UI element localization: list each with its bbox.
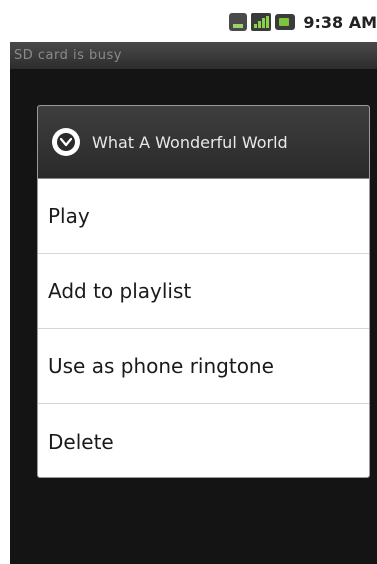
menu-item-play[interactable]: Play [38,179,369,254]
menu-item-label: Add to playlist [48,279,192,303]
status-icons: 9:38 AM [229,11,377,33]
signal-strength-icon [251,13,272,31]
menu-item-label: Delete [48,429,114,454]
chevron-down-circle-icon [52,128,80,156]
menu-item-label: Use as phone ringtone [48,354,274,378]
notice-text: SD card is busy [14,48,122,63]
dialog-title: What A Wonderful World [92,132,288,152]
menu-item-use-as-ringtone[interactable]: Use as phone ringtone [38,329,369,404]
status-bar: 9:38 AM [10,0,377,42]
context-menu-dialog: What A Wonderful World Play Add to playl… [37,105,370,478]
menu-item-add-to-playlist[interactable]: Add to playlist [38,254,369,329]
3g-data-icon [229,13,248,31]
status-clock: 9:38 AM [303,12,377,32]
battery-icon [275,14,296,30]
sd-card-notice: SD card is busy [10,42,377,69]
menu-item-label: Play [48,204,90,228]
menu-item-delete[interactable]: Delete [38,404,369,477]
phone-screen: 9:38 AM SD card is busy What A Wonderful… [10,0,377,564]
dialog-header: What A Wonderful World [38,106,369,179]
